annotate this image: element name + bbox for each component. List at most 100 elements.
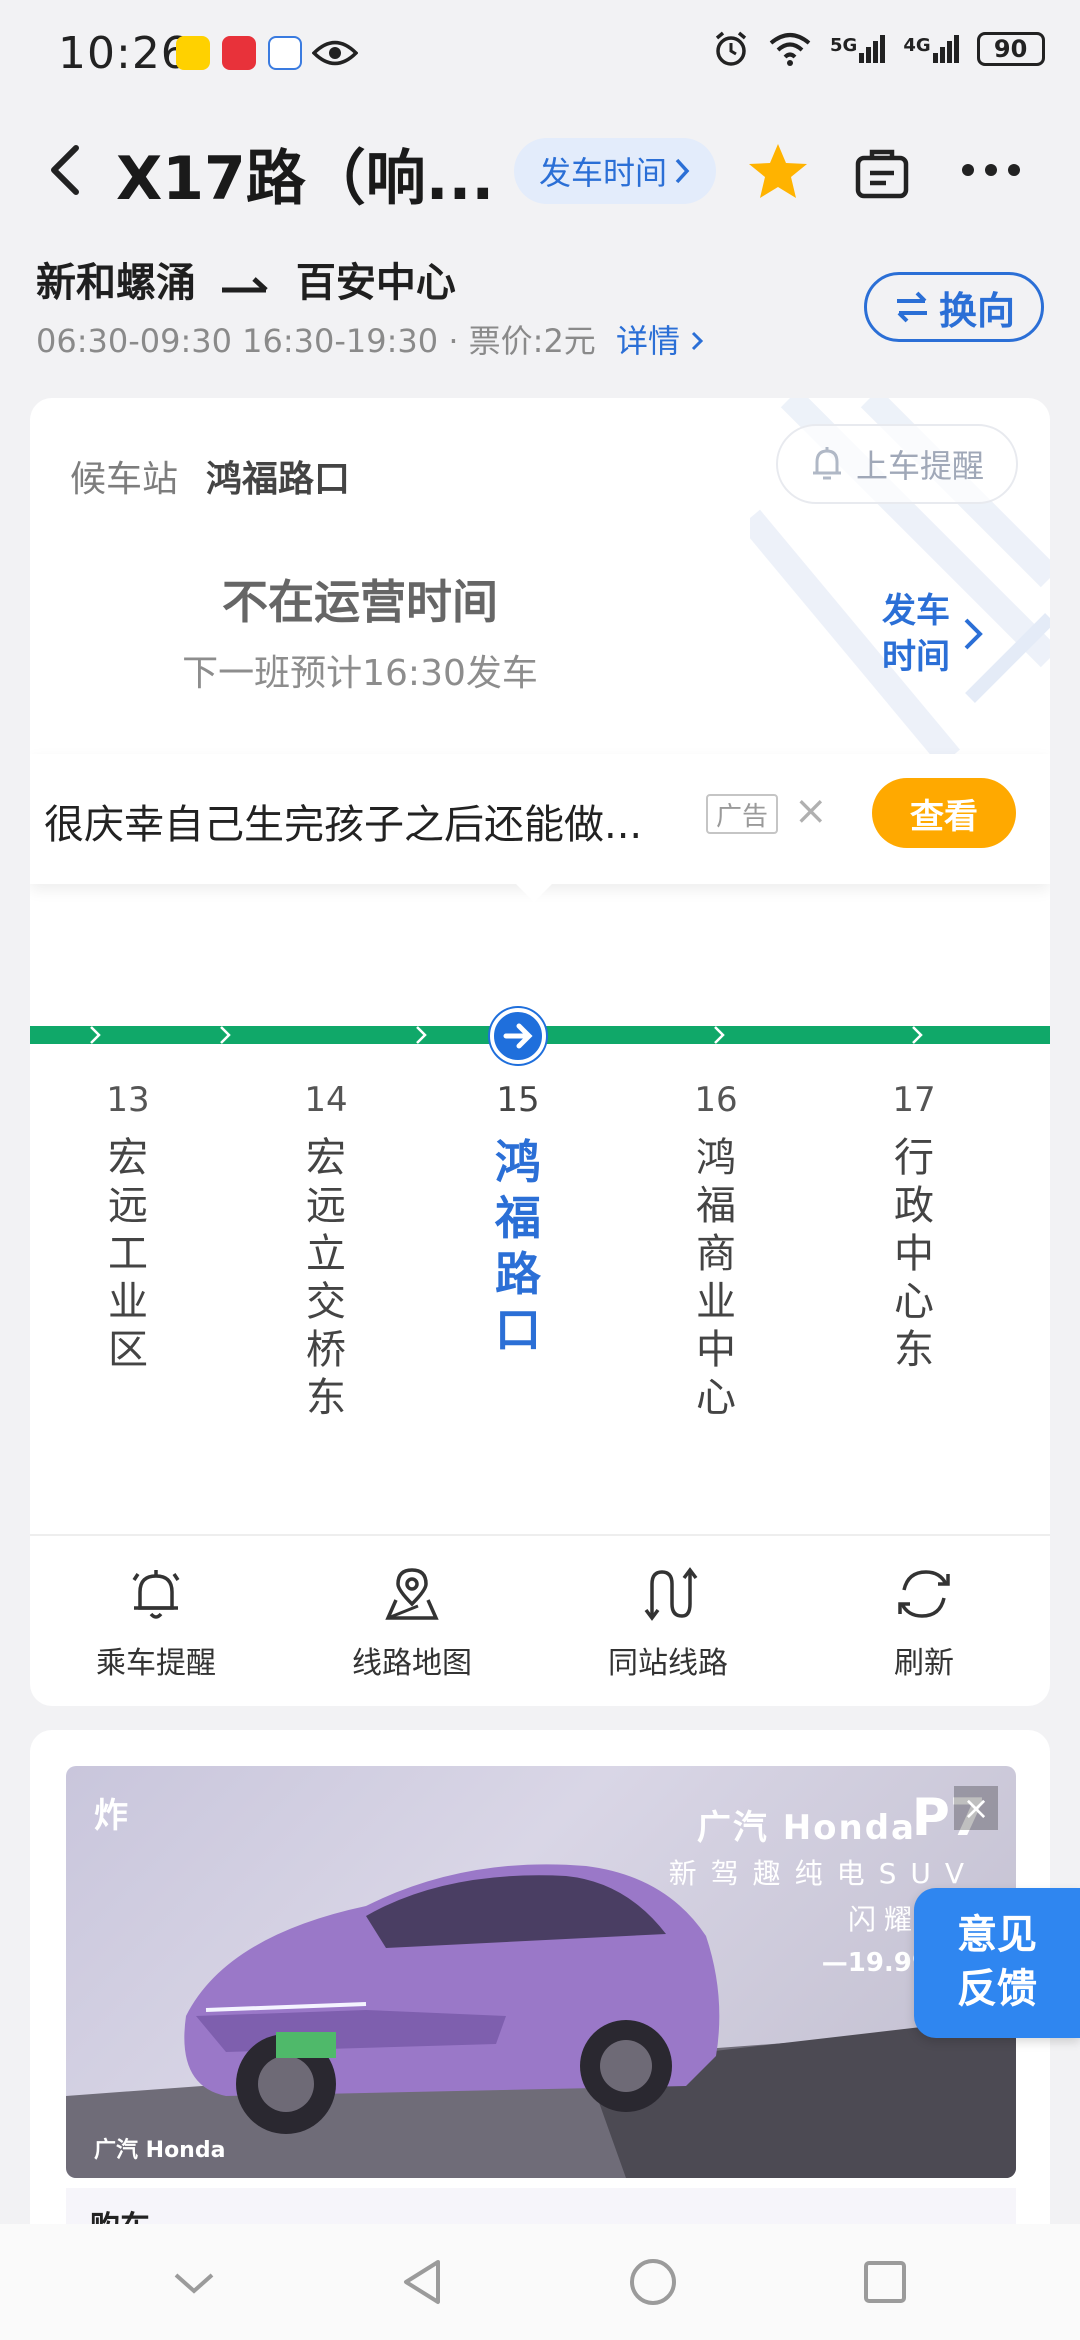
system-nav-bar — [0, 2224, 1080, 2340]
action-label: 同站线路 — [608, 1646, 728, 1681]
card-divider — [30, 1534, 1050, 1536]
boarding-reminder-button[interactable]: 上车提醒 — [776, 424, 1018, 504]
ad-text[interactable]: 很庆幸自己生完孩子之后还能做... — [44, 792, 642, 850]
details-label: 详情 — [615, 322, 680, 360]
direction-arrow-icon — [221, 277, 268, 293]
stop-name: 宏远立交桥东 — [306, 1135, 346, 1421]
map-pin-icon — [385, 1568, 439, 1620]
banner-close-icon[interactable]: × — [954, 1786, 998, 1830]
bag-icon[interactable] — [852, 142, 912, 202]
boarding-reminder-label: 上车提醒 — [855, 447, 984, 485]
network-5g-label: 5G — [830, 35, 858, 56]
banner-ad-image[interactable]: 炸 广汽 Honda P7 新驾趣纯电SUV 闪耀上 —19.99万 × 广汽 … — [66, 1766, 1016, 2178]
banner-footer-brand: 广汽 Honda — [94, 2138, 226, 2163]
swap-label: 换向 — [938, 288, 1015, 333]
stop-item[interactable]: 17 行政中心东 — [864, 1080, 964, 1374]
same-stop-routes-action[interactable]: 同站线路 — [568, 1564, 768, 1682]
feedback-button[interactable]: 意见 反馈 — [914, 1888, 1080, 2038]
ad-strip: 很庆幸自己生完孩子之后还能做... 广告 × 查看 — [30, 754, 1050, 884]
swap-icon — [896, 291, 927, 323]
arrow-right-icon — [503, 1023, 533, 1049]
signal-bar — [932, 53, 938, 63]
signal-bar — [866, 47, 872, 63]
route-direction-arrow — [714, 1026, 725, 1044]
chevron-right-icon[interactable] — [960, 614, 988, 654]
depart-time-side-link[interactable]: 发车时间 — [876, 588, 956, 680]
banner-flag: 炸 — [94, 1796, 128, 1836]
refresh-action[interactable]: 刷新 — [824, 1564, 1024, 1682]
signal-bar — [873, 41, 879, 63]
service-meta: 06:30-09:30 16:30-19:30 · 票价:2元 详情 — [36, 316, 704, 362]
stop-number: 17 — [892, 1080, 936, 1120]
signal-bar — [946, 41, 952, 63]
back-arrow-icon[interactable] — [38, 140, 98, 200]
ride-reminder-action[interactable]: 乘车提醒 — [56, 1564, 256, 1682]
route-direction-arrow — [90, 1026, 101, 1044]
action-label: 乘车提醒 — [96, 1646, 216, 1681]
huawei-mall-app-icon — [222, 36, 256, 70]
feedback-line2: 反馈 — [957, 1966, 1037, 2012]
stop-number: 15 — [496, 1080, 540, 1120]
meituan-app-icon — [176, 36, 210, 70]
bell-icon — [132, 1570, 180, 1619]
routes-icon — [644, 1567, 698, 1621]
stop-number: 16 — [694, 1080, 738, 1120]
chevron-right-icon — [692, 331, 704, 351]
refresh-icon — [898, 1570, 950, 1618]
status-right: 5G 4G 90 — [712, 30, 1045, 68]
route-direction-arrow — [912, 1026, 923, 1044]
stop-name: 鸿福路口 — [495, 1135, 541, 1357]
ad-pointer — [514, 882, 554, 902]
signal-bar — [880, 35, 886, 63]
back-triangle-icon[interactable] — [400, 2258, 444, 2306]
stop-item[interactable]: 16 鸿福商业中心 — [666, 1080, 766, 1422]
alarm-icon — [715, 31, 747, 66]
feedback-line1: 意见 — [957, 1912, 1037, 1958]
banner-slogan: 新驾趣纯电SUV — [668, 1857, 978, 1890]
stop-number: 14 — [304, 1080, 348, 1120]
banner-brand: 广汽 Honda — [696, 1808, 916, 1848]
home-circle-icon[interactable] — [628, 2257, 678, 2307]
route-card: 候车站 鸿福路口 上车提醒 不在运营时间 下一班预计16:30发车 发车时间 很… — [30, 398, 1050, 1706]
stop-item[interactable]: 14 宏远立交桥东 — [276, 1080, 376, 1422]
recents-square-icon[interactable] — [862, 2259, 908, 2305]
stop-item[interactable]: 13 宏远工业区 — [78, 1080, 178, 1374]
more-icon[interactable] — [960, 150, 1022, 190]
bell-icon — [812, 447, 841, 480]
signal-bar — [859, 53, 865, 63]
chevron-right-icon — [675, 158, 690, 184]
signal-bar — [953, 35, 959, 63]
ad-badge: 广告 — [706, 794, 778, 834]
ad-view-button[interactable]: 查看 — [872, 778, 1016, 848]
swap-direction-button[interactable]: 换向 — [864, 272, 1044, 342]
signal-5g: 5G — [830, 35, 886, 63]
stop-name: 鸿福商业中心 — [696, 1135, 736, 1421]
current-stop-marker — [490, 1008, 546, 1064]
direction-line: 新和螺涌 百安中心 — [36, 250, 456, 308]
waiting-station-name: 鸿福路口 — [206, 459, 351, 500]
service-hours-price: 06:30-09:30 16:30-19:30 · 票价:2元 — [36, 322, 596, 360]
stop-name: 宏远工业区 — [108, 1135, 148, 1373]
status-time: 10:26 — [58, 28, 190, 79]
details-link[interactable]: 详情 — [616, 322, 704, 360]
calendar-app-icon — [268, 36, 302, 70]
route-direction-arrow — [220, 1026, 231, 1044]
stop-number: 13 — [106, 1080, 150, 1120]
route-map-action[interactable]: 线路地图 — [312, 1564, 512, 1682]
direction-to: 百安中心 — [295, 260, 456, 306]
eye-icon — [312, 40, 358, 66]
stop-item-current[interactable]: 15 鸿福路口 — [468, 1080, 568, 1358]
direction-from: 新和螺涌 — [36, 260, 196, 306]
signal-bar — [939, 47, 945, 63]
ad-close-button[interactable]: × — [794, 788, 828, 834]
signal-4g: 4G — [903, 35, 959, 63]
favorite-star-icon[interactable] — [746, 140, 810, 204]
battery-level: 90 — [993, 35, 1028, 63]
depart-time-label: 发车时间 — [538, 154, 667, 192]
action-label: 刷新 — [894, 1646, 954, 1681]
depart-time-button[interactable]: 发车时间 — [514, 138, 716, 204]
network-4g-label: 4G — [903, 35, 931, 56]
route-direction-arrow — [416, 1026, 427, 1044]
service-status: 不在运营时间 — [222, 575, 498, 629]
collapse-chevron-icon[interactable] — [172, 2267, 216, 2297]
